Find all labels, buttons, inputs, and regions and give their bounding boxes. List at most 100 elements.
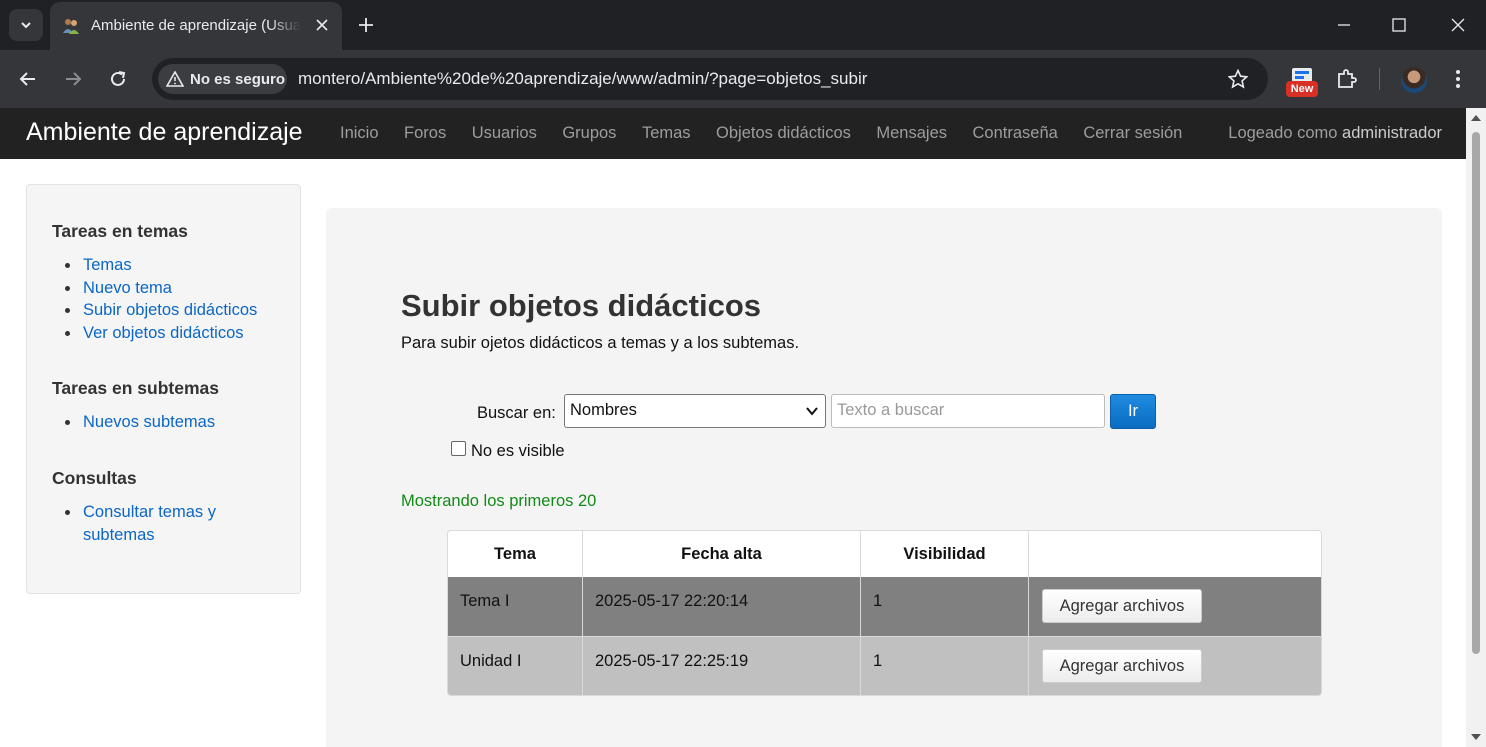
nav-temas[interactable]: Temas bbox=[642, 124, 691, 143]
sidebar-list-consultas: Consultar temas y subtemas bbox=[65, 501, 216, 546]
page-scrollbar[interactable] bbox=[1466, 108, 1486, 747]
bookmark-button[interactable] bbox=[1226, 67, 1250, 91]
sidebar-item-consultar-line2: subtemas bbox=[83, 525, 155, 544]
cell-visibilidad-text: 1 bbox=[873, 652, 883, 670]
sidebar-item-subir-objetos[interactable]: Subir objetos didácticos bbox=[64, 299, 257, 322]
cell-tema-text: Tema I bbox=[460, 592, 510, 610]
security-label: No es seguro bbox=[190, 70, 286, 88]
browser-menu-button[interactable] bbox=[1445, 66, 1471, 92]
header-fecha-alta: Fecha alta bbox=[583, 531, 861, 577]
extension-new-badge: New bbox=[1286, 81, 1318, 97]
cell-visibilidad: 1 bbox=[861, 577, 1029, 636]
tab-search-button[interactable] bbox=[9, 9, 43, 41]
toolbar-divider bbox=[1379, 68, 1380, 90]
add-files-button[interactable]: Agregar archivos bbox=[1042, 649, 1202, 683]
sidebar-heading-tareas-subtemas: Tareas en subtemas bbox=[52, 378, 219, 398]
back-button[interactable] bbox=[12, 63, 44, 95]
browser-toolbar: No es seguro montero/Ambiente%20de%20apr… bbox=[0, 50, 1486, 108]
sidebar-item-consultar-temas[interactable]: Consultar temas y subtemas bbox=[65, 501, 216, 546]
logged-in-prefix: Logeado como bbox=[1228, 124, 1338, 142]
reload-icon bbox=[111, 71, 126, 86]
search-field-value: Nombres bbox=[570, 401, 637, 419]
add-files-button[interactable]: Agregar archivos bbox=[1042, 589, 1202, 623]
users-favicon-icon bbox=[63, 19, 79, 34]
cell-action: Agregar archivos bbox=[1029, 577, 1321, 636]
warning-icon bbox=[166, 71, 184, 87]
main-content-panel: Subir objetos didácticos Para subir ojet… bbox=[326, 208, 1442, 747]
scroll-thumb[interactable] bbox=[1472, 132, 1480, 654]
header-actions bbox=[1029, 531, 1321, 577]
table-row: Unidad I 2025-05-17 22:25:19 1 Agregar a… bbox=[448, 636, 1321, 695]
maximize-button[interactable] bbox=[1376, 8, 1422, 42]
cell-fecha-text: 2025-05-17 22:20:14 bbox=[595, 592, 749, 610]
close-icon bbox=[1451, 18, 1465, 32]
puzzle-icon bbox=[1338, 69, 1357, 88]
sidebar-list-subtemas: Nuevos subtemas bbox=[64, 411, 215, 434]
search-field-select[interactable]: Nombres bbox=[564, 394, 826, 428]
nav-foros[interactable]: Foros bbox=[404, 124, 446, 143]
sidebar-item-ver-objetos[interactable]: Ver objetos didácticos bbox=[64, 322, 257, 345]
cell-tema-text: Unidad I bbox=[460, 652, 522, 670]
nav-contrasena[interactable]: Contraseña bbox=[973, 124, 1058, 143]
sidebar-item-nuevo-tema[interactable]: Nuevo tema bbox=[64, 277, 257, 300]
sidebar-item-temas[interactable]: Temas bbox=[64, 254, 257, 277]
new-tab-button[interactable] bbox=[352, 11, 380, 39]
scroll-down-arrow-icon[interactable] bbox=[1471, 734, 1481, 740]
url-text[interactable]: montero/Ambiente%20de%20aprendizaje/www/… bbox=[298, 69, 867, 89]
arrow-left-icon bbox=[19, 72, 35, 86]
logged-in-username: administrador bbox=[1342, 124, 1442, 142]
logged-in-user: Logeado como administrador bbox=[1228, 124, 1442, 143]
reload-button[interactable] bbox=[102, 63, 134, 95]
nav-usuarios[interactable]: Usuarios bbox=[472, 124, 537, 143]
cell-visibilidad-text: 1 bbox=[873, 592, 883, 610]
page-subtitle: Para subir ojetos didácticos a temas y a… bbox=[401, 334, 800, 352]
forward-button[interactable] bbox=[57, 63, 89, 95]
table-row: Tema I 2025-05-17 22:20:14 1 Agregar arc… bbox=[448, 577, 1321, 636]
chevron-down-icon bbox=[806, 407, 818, 416]
nav-mensajes[interactable]: Mensajes bbox=[876, 124, 947, 143]
more-vertical-icon bbox=[1456, 70, 1460, 88]
no-visible-checkbox[interactable] bbox=[451, 441, 466, 456]
no-visible-label[interactable]: No es visible bbox=[471, 442, 565, 461]
cell-tema: Tema I bbox=[448, 577, 583, 636]
security-indicator[interactable]: No es seguro bbox=[158, 64, 287, 94]
search-go-button[interactable]: Ir bbox=[1110, 394, 1156, 429]
scroll-up-arrow-icon[interactable] bbox=[1471, 115, 1481, 121]
site-nav-links: Inicio Foros Usuarios Grupos Temas Objet… bbox=[340, 124, 1208, 143]
nav-grupos[interactable]: Grupos bbox=[562, 124, 616, 143]
nav-cerrar-sesion[interactable]: Cerrar sesión bbox=[1083, 124, 1182, 143]
search-input[interactable]: Texto a buscar bbox=[831, 394, 1105, 428]
minimize-button[interactable] bbox=[1321, 8, 1367, 42]
sidebar-item-nuevos-subtemas[interactable]: Nuevos subtemas bbox=[64, 411, 215, 434]
page-title: Subir objetos didácticos bbox=[401, 288, 761, 323]
window-close-button[interactable] bbox=[1435, 8, 1481, 42]
search-label: Buscar en: bbox=[477, 404, 556, 422]
header-tema: Tema bbox=[448, 531, 583, 577]
close-icon bbox=[316, 19, 328, 31]
browser-tab-active[interactable]: Ambiente de aprendizaje (Usuarios) bbox=[50, 2, 342, 50]
page-viewport: Ambiente de aprendizaje Inicio Foros Usu… bbox=[0, 108, 1486, 747]
nav-objetos-didacticos[interactable]: Objetos didácticos bbox=[716, 124, 851, 143]
cell-tema: Unidad I bbox=[448, 636, 583, 695]
star-icon bbox=[1228, 69, 1248, 89]
chevron-down-icon bbox=[21, 22, 31, 29]
extensions-button[interactable] bbox=[1334, 66, 1360, 92]
cell-fecha: 2025-05-17 22:20:14 bbox=[583, 577, 861, 636]
site-brand[interactable]: Ambiente de aprendizaje bbox=[26, 118, 303, 147]
plus-icon bbox=[359, 18, 373, 32]
tab-close-button[interactable] bbox=[311, 14, 333, 36]
arrow-right-icon bbox=[66, 72, 82, 86]
browser-tab-strip: Ambiente de aprendizaje (Usuarios) bbox=[0, 0, 1486, 50]
sidebar-heading-tareas-temas: Tareas en temas bbox=[52, 221, 188, 241]
tab-title: Ambiente de aprendizaje (Usuarios) bbox=[91, 17, 301, 34]
profile-avatar[interactable] bbox=[1401, 67, 1427, 93]
nav-inicio[interactable]: Inicio bbox=[340, 124, 379, 143]
cell-visibilidad: 1 bbox=[861, 636, 1029, 695]
address-bar[interactable]: No es seguro montero/Ambiente%20de%20apr… bbox=[152, 58, 1268, 100]
sidebar-heading-consultas: Consultas bbox=[52, 468, 137, 488]
cell-fecha: 2025-05-17 22:25:19 bbox=[583, 636, 861, 695]
objects-table: Tema Fecha alta Visibilidad Tema I 2025-… bbox=[447, 530, 1322, 696]
sidebar-list-temas: Temas Nuevo tema Subir objetos didáctico… bbox=[64, 254, 257, 345]
table-header-row: Tema Fecha alta Visibilidad bbox=[448, 531, 1321, 577]
cell-fecha-text: 2025-05-17 22:25:19 bbox=[595, 652, 749, 670]
